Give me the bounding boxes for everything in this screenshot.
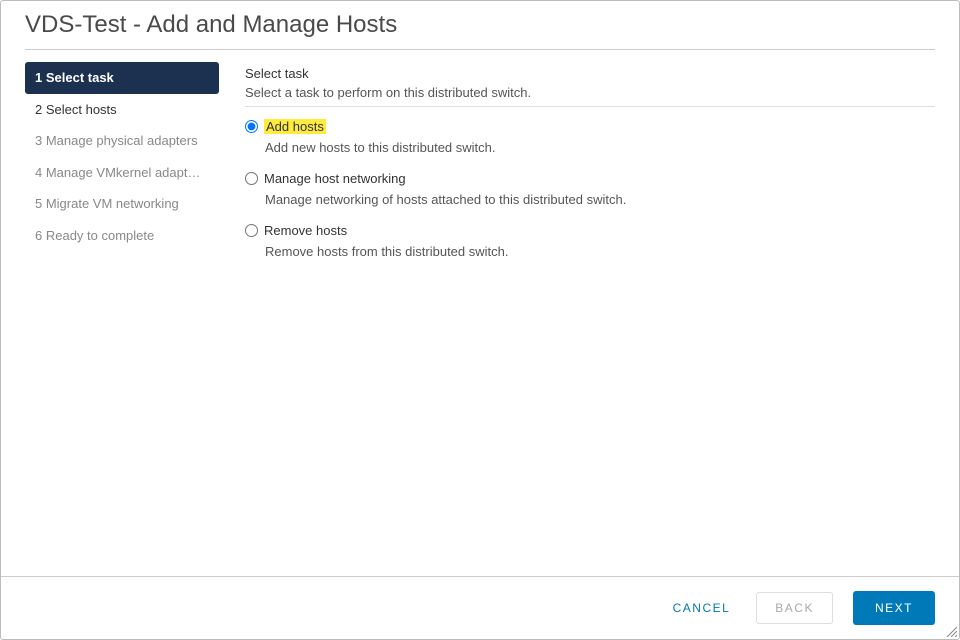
step-3-manage-physical-adapters: 3 Manage physical adapters — [25, 125, 219, 157]
step-4-manage-vmkernel-adapters: 4 Manage VMkernel adapt… — [25, 157, 219, 189]
option-remove-hosts-row[interactable]: Remove hosts — [245, 223, 935, 238]
main-heading: Select task — [245, 66, 935, 81]
main-panel: Select task Select a task to perform on … — [235, 62, 935, 275]
option-add-hosts-label: Add hosts — [264, 119, 326, 134]
radio-manage-host-networking[interactable] — [245, 172, 258, 185]
main-subheading: Select a task to perform on this distrib… — [245, 85, 935, 100]
option-add-hosts-desc: Add new hosts to this distributed switch… — [265, 140, 935, 155]
radio-remove-hosts[interactable] — [245, 224, 258, 237]
dialog-title: VDS-Test - Add and Manage Hosts — [1, 1, 959, 49]
task-options: Add hosts Add new hosts to this distribu… — [245, 119, 935, 259]
next-button[interactable]: NEXT — [853, 591, 935, 625]
resize-handle-icon[interactable] — [945, 625, 957, 637]
cancel-button[interactable]: CANCEL — [667, 593, 737, 623]
option-remove-hosts[interactable]: Remove hosts Remove hosts from this dist… — [245, 223, 935, 259]
option-manage-host-networking[interactable]: Manage host networking Manage networking… — [245, 171, 935, 207]
step-6-ready-to-complete: 6 Ready to complete — [25, 220, 219, 252]
back-button: BACK — [756, 592, 833, 624]
wizard-steps: 1 Select task 2 Select hosts 3 Manage ph… — [25, 62, 235, 275]
option-add-hosts[interactable]: Add hosts Add new hosts to this distribu… — [245, 119, 935, 155]
option-add-hosts-row[interactable]: Add hosts — [245, 119, 935, 134]
option-remove-hosts-label: Remove hosts — [264, 223, 347, 238]
main-divider — [245, 106, 935, 107]
step-5-migrate-vm-networking: 5 Migrate VM networking — [25, 188, 219, 220]
radio-add-hosts[interactable] — [245, 120, 258, 133]
option-manage-host-networking-row[interactable]: Manage host networking — [245, 171, 935, 186]
step-1-select-task[interactable]: 1 Select task — [25, 62, 219, 94]
option-remove-hosts-desc: Remove hosts from this distributed switc… — [265, 244, 935, 259]
dialog-footer: CANCEL BACK NEXT — [1, 576, 959, 639]
option-manage-host-networking-label: Manage host networking — [264, 171, 406, 186]
wizard-dialog: VDS-Test - Add and Manage Hosts 1 Select… — [0, 0, 960, 640]
step-2-select-hosts[interactable]: 2 Select hosts — [25, 94, 219, 126]
dialog-content: 1 Select task 2 Select hosts 3 Manage ph… — [1, 50, 959, 275]
option-manage-host-networking-desc: Manage networking of hosts attached to t… — [265, 192, 935, 207]
